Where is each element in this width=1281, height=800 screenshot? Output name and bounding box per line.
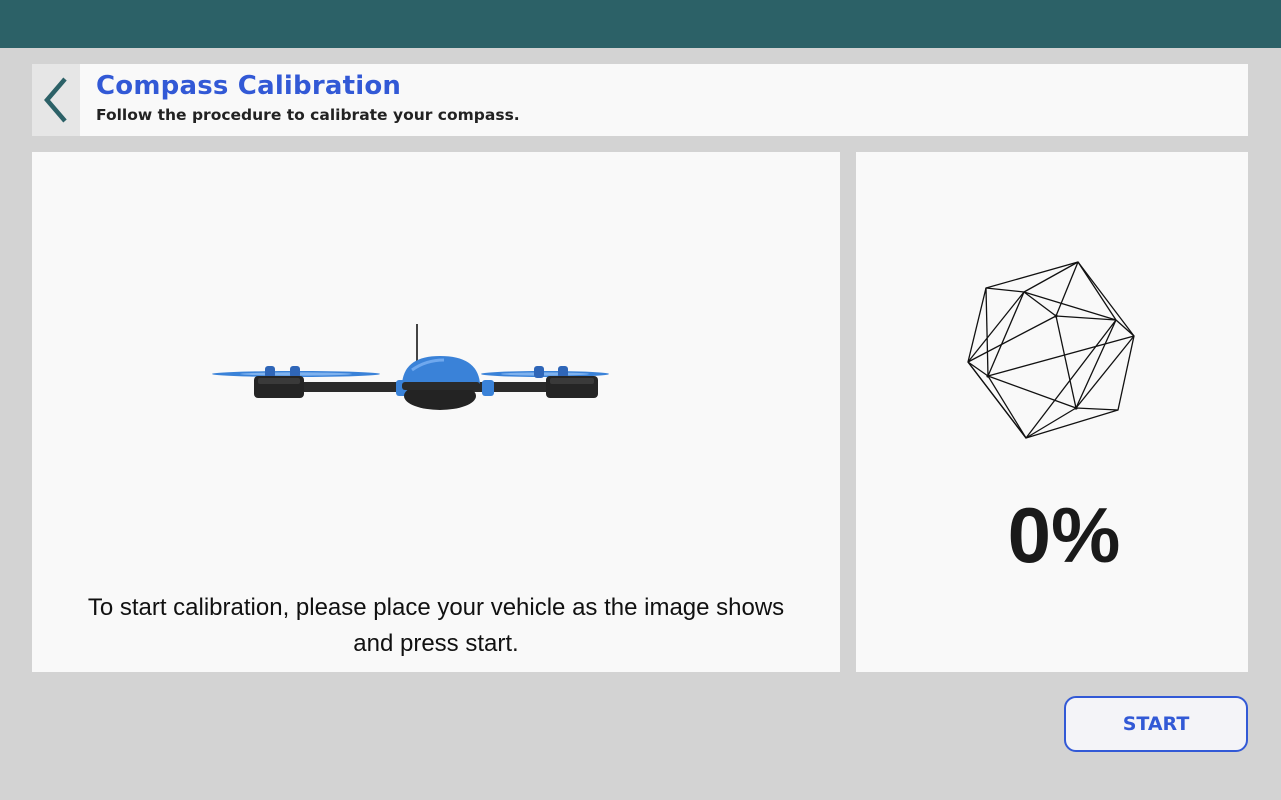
calibration-instruction: To start calibration, please place your … <box>87 594 785 657</box>
progress-panel: 0% <box>856 152 1248 672</box>
chevron-left-icon <box>44 77 67 123</box>
vehicle-placement-panel: To start calibration, please place your … <box>32 152 840 672</box>
icosahedron-wireframe <box>967 261 1135 439</box>
start-button[interactable]: START <box>1064 696 1248 752</box>
page-header: Compass Calibration Follow the procedure… <box>32 64 1248 136</box>
progress-percent: 0% <box>1007 491 1121 579</box>
page-title: Compass Calibration <box>96 71 402 101</box>
back-button[interactable] <box>32 64 80 136</box>
page-subtitle: Follow the procedure to calibrate your c… <box>96 106 520 124</box>
top-bar <box>0 0 1281 48</box>
drone-image <box>212 324 609 410</box>
